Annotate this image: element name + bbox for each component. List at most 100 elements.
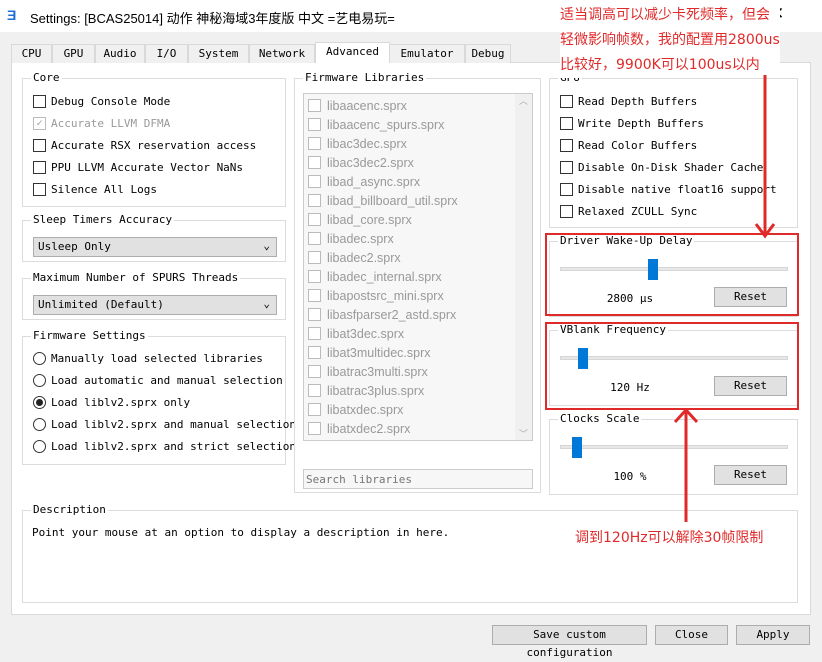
annotation-bottom: 调到120Hz可以解除30帧限制 xyxy=(575,526,764,551)
search-libraries-input[interactable] xyxy=(303,469,533,489)
chevron-down-icon: ⌄ xyxy=(263,239,270,252)
core-option[interactable]: Debug Console Mode xyxy=(33,95,170,108)
checkbox[interactable] xyxy=(33,139,46,152)
checkbox[interactable] xyxy=(308,422,321,435)
library-item[interactable]: libat3dec.sprx xyxy=(304,324,532,343)
slider-thumb[interactable] xyxy=(571,437,582,458)
firmware-option[interactable]: Load automatic and manual selection xyxy=(33,374,283,387)
library-item[interactable]: libad_core.sprx xyxy=(304,210,532,229)
library-item[interactable]: libadec.sprx xyxy=(304,229,532,248)
option-label: Silence All Logs xyxy=(51,183,157,196)
gpu-option[interactable]: Write Depth Buffers xyxy=(560,117,704,130)
core-option[interactable]: Silence All Logs xyxy=(33,183,157,196)
firmware-option[interactable]: Load liblv2.sprx and strict selection xyxy=(33,440,296,453)
checkbox[interactable] xyxy=(33,161,46,174)
radio-button[interactable] xyxy=(33,396,46,409)
tab-gpu[interactable]: GPU xyxy=(52,44,95,63)
checkbox[interactable] xyxy=(308,289,321,302)
firmware-option[interactable]: Load liblv2.sprx and manual selection xyxy=(33,418,296,431)
close-button[interactable]: Close xyxy=(655,625,728,645)
gpu-option[interactable]: Relaxed ZCULL Sync xyxy=(560,205,697,218)
checkbox[interactable] xyxy=(560,161,573,174)
option-label: Load liblv2.sprx and strict selection xyxy=(51,440,297,453)
checkbox[interactable] xyxy=(308,175,321,188)
checkbox[interactable] xyxy=(308,232,321,245)
checkbox[interactable] xyxy=(308,346,321,359)
option-label: Disable native float16 support xyxy=(578,183,777,196)
library-item[interactable]: libaacenc.sprx xyxy=(304,96,532,115)
library-item[interactable]: libad_billboard_util.sprx xyxy=(304,191,532,210)
radio-button[interactable] xyxy=(33,440,46,453)
checkbox[interactable] xyxy=(308,403,321,416)
checkbox[interactable] xyxy=(308,270,321,283)
option-label: Accurate RSX reservation access xyxy=(51,139,257,152)
library-item[interactable]: libatxdec.sprx xyxy=(304,400,532,419)
checkbox[interactable] xyxy=(560,183,573,196)
checkbox[interactable] xyxy=(308,99,321,112)
radio-button[interactable] xyxy=(33,352,46,365)
core-option[interactable]: PPU LLVM Accurate Vector NaNs xyxy=(33,161,243,174)
save-custom-configuration-button[interactable]: Save custom configuration xyxy=(492,625,647,659)
core-option[interactable]: Accurate RSX reservation access xyxy=(33,139,256,152)
checkbox[interactable] xyxy=(308,384,321,397)
gpu-option[interactable]: Disable On-Disk Shader Cache xyxy=(560,161,763,174)
tab-io[interactable]: I/O xyxy=(145,44,188,63)
radio-button[interactable] xyxy=(33,374,46,387)
checkbox[interactable] xyxy=(308,118,321,131)
checkbox[interactable] xyxy=(308,213,321,226)
checkbox[interactable] xyxy=(560,95,573,108)
core-option: ✓ Accurate LLVM DFMA xyxy=(33,117,170,130)
library-item[interactable]: libac3dec2.sprx xyxy=(304,153,532,172)
sleep-timers-select[interactable]: Usleep Only ⌄ xyxy=(33,237,277,257)
scroll-up-icon[interactable]: ︿ xyxy=(515,94,532,107)
option-label: Load automatic and manual selection xyxy=(51,374,283,387)
library-item[interactable]: libatxdec2.sprx xyxy=(304,419,532,438)
clocks-scale-slider[interactable] xyxy=(560,437,788,458)
apply-button[interactable]: Apply xyxy=(736,625,810,645)
library-item[interactable]: libadec2.sprx xyxy=(304,248,532,267)
library-name: libasfparser2_astd.sprx xyxy=(327,307,457,322)
checkbox[interactable] xyxy=(308,365,321,378)
library-item[interactable]: libac3dec.sprx xyxy=(304,134,532,153)
checkbox[interactable] xyxy=(560,205,573,218)
gpu-option[interactable]: Disable native float16 support xyxy=(560,183,777,196)
tab-network[interactable]: Network xyxy=(249,44,315,63)
firmware-option[interactable]: Load liblv2.sprx only xyxy=(33,396,190,409)
library-item[interactable]: libatrac3multi.sprx xyxy=(304,362,532,381)
clocks-scale-reset-button[interactable]: Reset xyxy=(714,465,787,485)
library-item[interactable]: libasfparser2_astd.sprx xyxy=(304,305,532,324)
checkbox[interactable] xyxy=(560,117,573,130)
tab-audio[interactable]: Audio xyxy=(95,44,145,63)
tab-cpu[interactable]: CPU xyxy=(11,44,52,63)
checkbox[interactable] xyxy=(308,156,321,169)
checkbox[interactable] xyxy=(308,251,321,264)
radio-button[interactable] xyxy=(33,418,46,431)
gpu-option[interactable]: Read Depth Buffers xyxy=(560,95,697,108)
library-item[interactable]: libadec_internal.sprx xyxy=(304,267,532,286)
checkbox[interactable] xyxy=(308,194,321,207)
library-item[interactable]: libatrac3plus.sprx xyxy=(304,381,532,400)
library-list[interactable]: libaacenc.sprx libaacenc_spurs.sprx libac3… xyxy=(303,93,533,441)
checkbox[interactable] xyxy=(33,183,46,196)
tab-system[interactable]: System xyxy=(188,44,249,63)
tab-emulator[interactable]: Emulator xyxy=(389,44,465,63)
gpu-option[interactable]: Read Color Buffers xyxy=(560,139,697,152)
library-list-scrollbar[interactable]: ︿ ﹀ xyxy=(515,94,532,440)
spurs-threads-select[interactable]: Unlimited (Default) ⌄ xyxy=(33,295,277,315)
sleep-timers-value: Usleep Only xyxy=(38,240,111,253)
checkbox[interactable] xyxy=(308,137,321,150)
firmware-option[interactable]: Manually load selected libraries xyxy=(33,352,263,365)
library-item[interactable]: libapostsrc_mini.sprx xyxy=(304,286,532,305)
library-item[interactable]: libat3multidec.sprx xyxy=(304,343,532,362)
spurs-threads-value: Unlimited (Default) xyxy=(38,298,164,311)
library-item[interactable]: libaacenc_spurs.sprx xyxy=(304,115,532,134)
library-item[interactable]: libad_async.sprx xyxy=(304,172,532,191)
library-name: libac3dec.sprx xyxy=(327,136,407,151)
checkbox[interactable] xyxy=(33,95,46,108)
checkbox[interactable] xyxy=(308,327,321,340)
tab-debug[interactable]: Debug xyxy=(465,44,511,63)
checkbox[interactable] xyxy=(308,308,321,321)
checkbox[interactable] xyxy=(560,139,573,152)
tab-advanced[interactable]: Advanced xyxy=(315,42,390,63)
scroll-down-icon[interactable]: ﹀ xyxy=(515,427,532,440)
